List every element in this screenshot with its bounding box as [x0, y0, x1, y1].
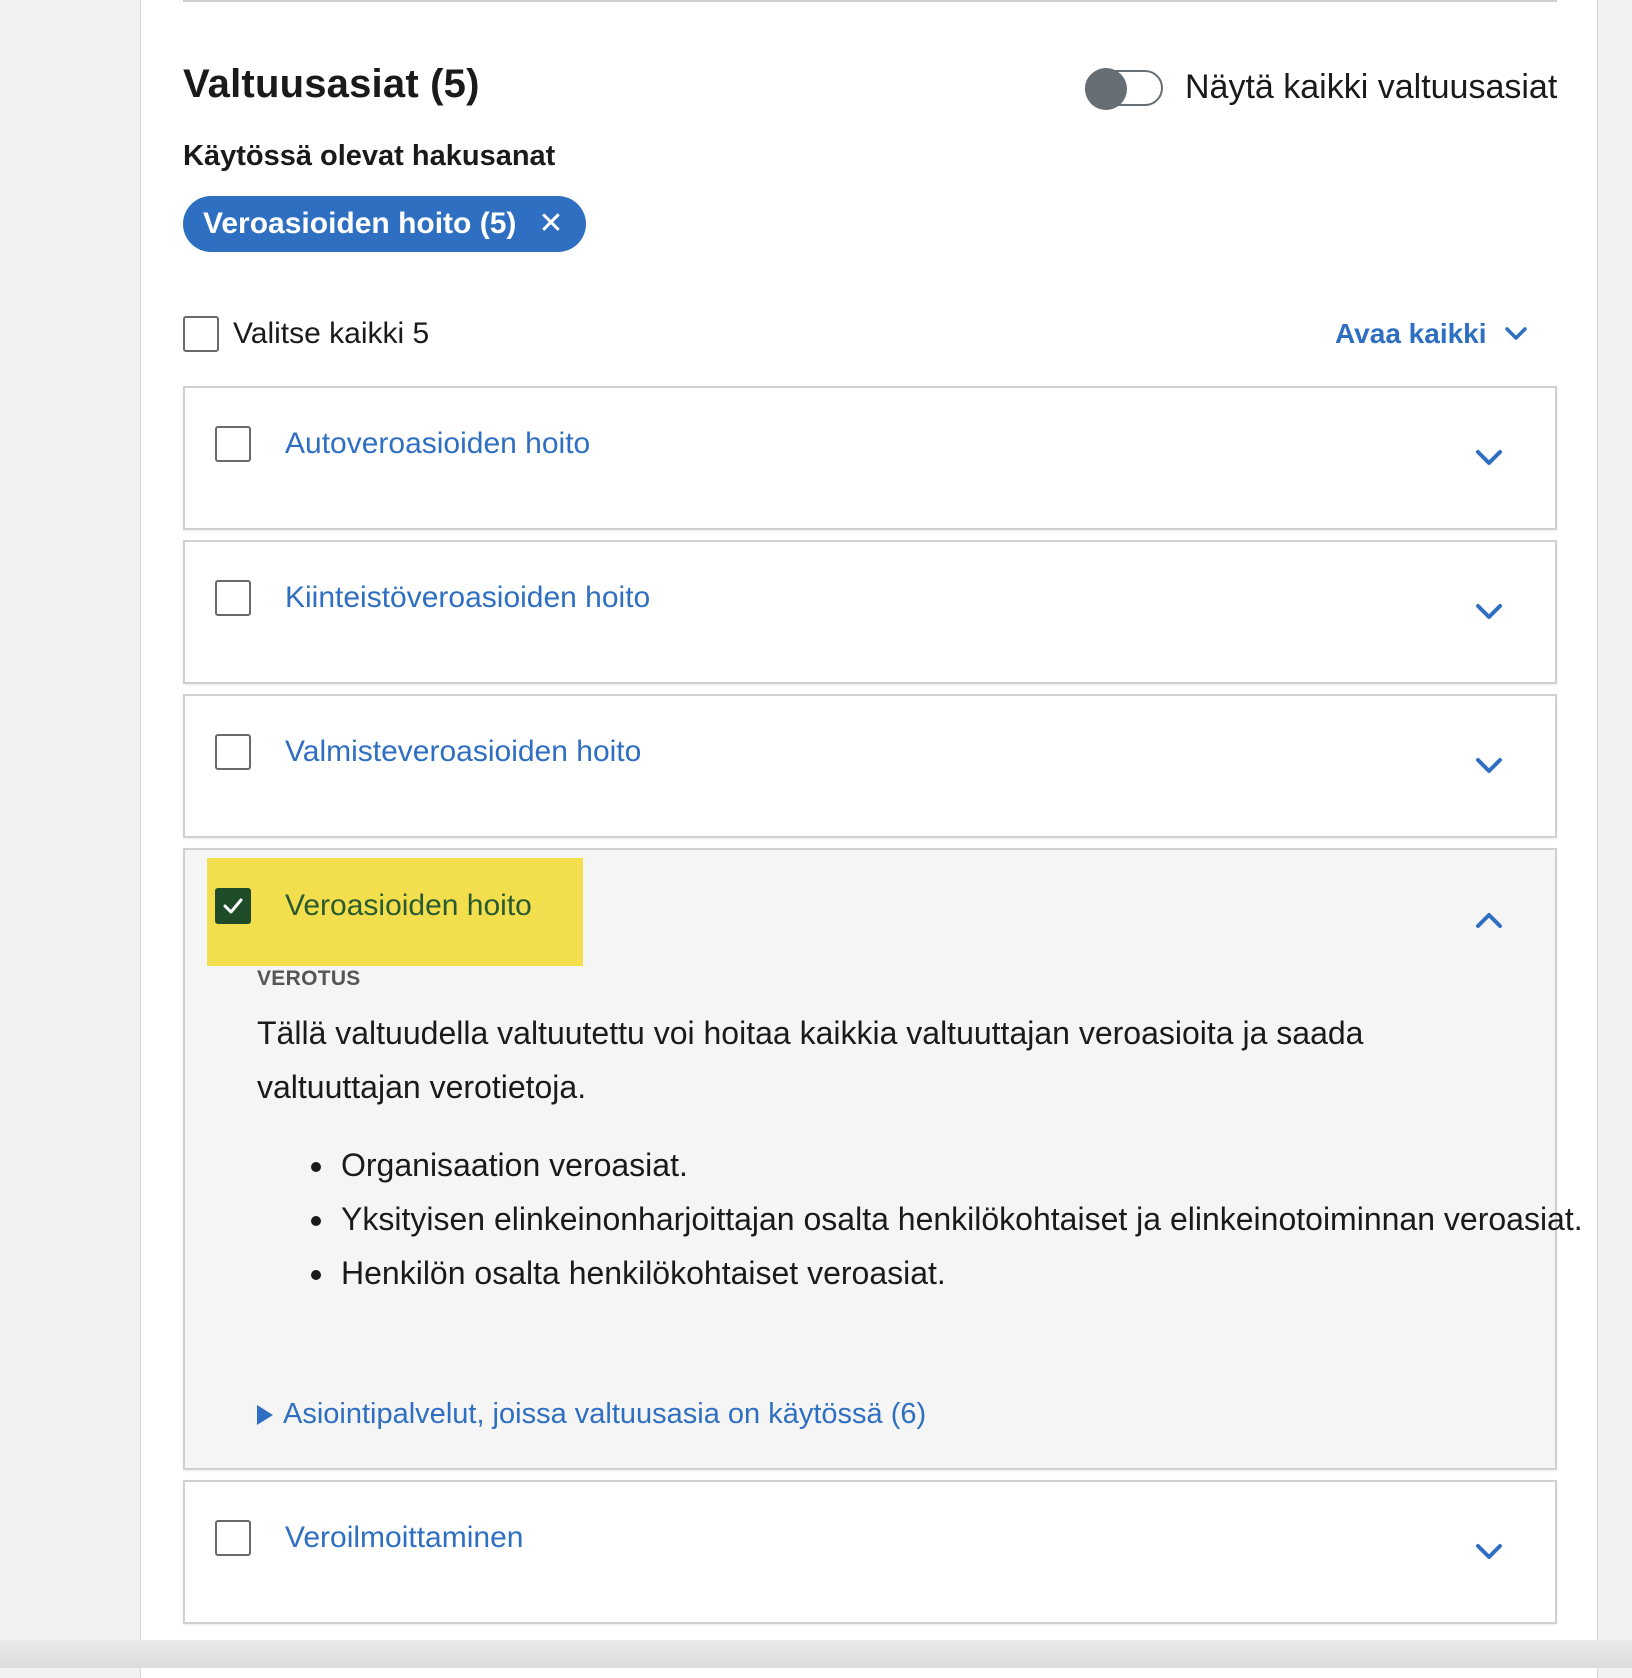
show-all-toggle[interactable]: Näytä kaikki valtuusasiat	[1085, 67, 1558, 110]
checkbox-icon[interactable]	[183, 316, 219, 352]
chevron-down-icon[interactable]	[1475, 1542, 1503, 1562]
item-label[interactable]: Autoveroasioiden hoito	[285, 427, 590, 461]
item-label[interactable]: Veroilmoittaminen	[285, 1521, 523, 1555]
checkmark-icon	[223, 898, 243, 914]
toggle-label: Näytä kaikki valtuusasiat	[1185, 68, 1558, 106]
item-checkbox[interactable]	[215, 426, 251, 462]
chevron-down-icon[interactable]	[1475, 448, 1503, 468]
mandate-item: Kiinteistöveroasioiden hoito	[183, 540, 1557, 684]
chevron-down-icon[interactable]	[1475, 756, 1503, 776]
list-item: Organisaation veroasiat.	[337, 1138, 1627, 1192]
item-checkbox[interactable]	[215, 734, 251, 770]
item-label[interactable]: Valmisteveroasioiden hoito	[285, 735, 641, 769]
item-bullet-list: Organisaation veroasiat. Yksityisen elin…	[257, 1138, 1627, 1300]
chevron-down-icon[interactable]	[1475, 602, 1503, 622]
open-all-label: Avaa kaikki	[1335, 318, 1487, 349]
list-item: Yksityisen elinkeinonharjoittajan osalta…	[337, 1192, 1627, 1246]
list-item: Henkilön osalta henkilökohtaiset veroasi…	[337, 1246, 1627, 1300]
services-disclosure[interactable]: Asiointipalvelut, joissa valtuusasia on …	[257, 1398, 926, 1431]
item-description: Tällä valtuudella valtuutettu voi hoitaa…	[257, 1015, 1364, 1105]
close-icon[interactable]: ✕	[538, 209, 563, 239]
mandate-item: Veroilmoittaminen	[183, 1480, 1557, 1624]
toggle-switch[interactable]	[1085, 67, 1163, 110]
select-all-label: Valitse kaikki 5	[233, 317, 430, 350]
chevron-down-icon	[1504, 327, 1527, 340]
page-title: Valtuusasiat (5)	[183, 62, 480, 106]
open-all-button[interactable]: Avaa kaikki	[1335, 318, 1527, 350]
active-keywords-heading: Käytössä olevat hakusanat	[183, 140, 556, 172]
item-checkbox[interactable]	[215, 580, 251, 616]
top-divider	[183, 0, 1557, 2]
item-checkbox[interactable]	[215, 1520, 251, 1556]
item-checkbox[interactable]	[215, 888, 251, 924]
mandate-item: Valmisteveroasioiden hoito	[183, 694, 1557, 838]
item-label[interactable]: Kiinteistöveroasioiden hoito	[285, 581, 650, 615]
keyword-chip[interactable]: Veroasioiden hoito (5) ✕	[183, 196, 586, 252]
toggle-knob	[1085, 67, 1127, 110]
triangle-right-icon	[257, 1404, 273, 1425]
page-bottom-edge	[0, 1640, 1632, 1668]
select-all-checkbox[interactable]: Valitse kaikki 5	[183, 316, 429, 352]
chevron-up-icon[interactable]	[1475, 910, 1503, 930]
item-label[interactable]: Veroasioiden hoito	[285, 889, 532, 923]
item-category: VEROTUS	[257, 967, 361, 990]
chip-label: Veroasioiden hoito (5)	[203, 207, 517, 240]
mandate-panel: Valtuusasiat (5) Näytä kaikki valtuusasi…	[140, 0, 1598, 1678]
mandate-item-expanded: Veroasioiden hoito VEROTUS Tällä valtuud…	[183, 848, 1583, 1470]
mandate-item: Autoveroasioiden hoito	[183, 386, 1557, 530]
services-link[interactable]: Asiointipalvelut, joissa valtuusasia on …	[283, 1398, 926, 1431]
